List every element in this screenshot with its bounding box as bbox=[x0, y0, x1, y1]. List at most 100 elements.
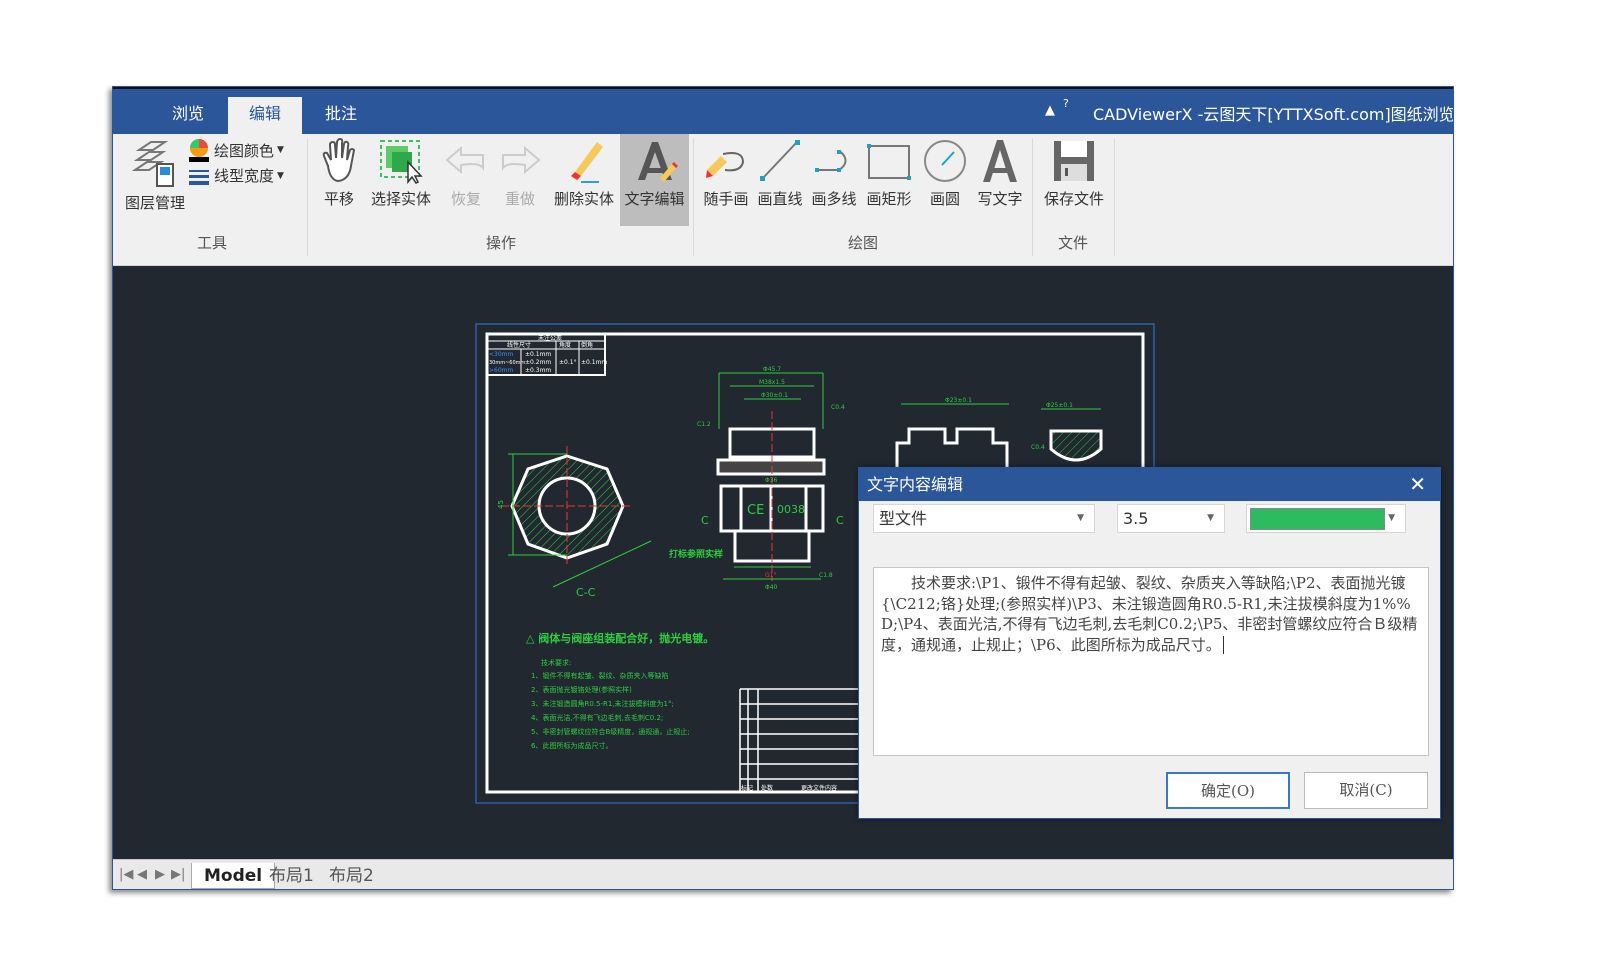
dim-d7: C0.4 bbox=[831, 404, 845, 411]
close-icon[interactable]: ✕ bbox=[1409, 468, 1426, 501]
cancel-button[interactable]: 取消(C) bbox=[1304, 772, 1428, 809]
tab-edit[interactable]: 编辑 bbox=[228, 97, 302, 136]
group-label-operations: 操作 bbox=[461, 232, 541, 253]
dim-d6: G1" bbox=[765, 572, 776, 579]
ribbon-tab-bar: 浏览 编辑 批注 ▲ ? CADViewerX -云图天下[YTTXSoft.c… bbox=[113, 87, 1453, 134]
redo-arrow-icon bbox=[497, 138, 543, 184]
text-size-select[interactable]: 3.5 ▼ bbox=[1117, 504, 1225, 533]
tol-title: 未注公差 bbox=[538, 334, 562, 342]
layer-manager-button[interactable]: 图层管理 bbox=[117, 134, 193, 226]
draw-color-label: 绘图颜色 bbox=[214, 140, 274, 161]
draw-circle-button[interactable]: 画圆 bbox=[919, 134, 971, 226]
draw-rectangle-button[interactable]: 画矩形 bbox=[861, 134, 917, 226]
ok-button[interactable]: 确定(O) bbox=[1166, 772, 1290, 809]
save-file-label: 保存文件 bbox=[1037, 188, 1111, 209]
pan-label: 平移 bbox=[311, 188, 367, 209]
line-icon bbox=[757, 138, 803, 184]
line-width-icon bbox=[187, 166, 211, 186]
select-entity-label: 选择实体 bbox=[367, 188, 435, 209]
text-content-textarea[interactable]: 技术要求:\P1、锻件不得有起皱、裂纹、杂质夹入等缺陷;\P2、表面抛光镀{\C… bbox=[873, 567, 1429, 756]
text-edit-button[interactable]: 文字编辑 bbox=[620, 134, 689, 226]
tech-requirements: 技术要求: 1、锻件不得有起皱、裂纹、杂质夹入等缺陷 2、表面抛光镀铬处理(参照… bbox=[531, 658, 690, 750]
tech-line: 技术要求: bbox=[541, 658, 571, 667]
dim-d3: Φ30±0.1 bbox=[761, 392, 788, 399]
group-label-drawing: 绘图 bbox=[823, 232, 903, 253]
section-c-right: C bbox=[836, 514, 844, 527]
line-width-label: 线型宽度 bbox=[214, 165, 274, 186]
tech-line: 2、表面抛光镀铬处理(参照实样) bbox=[531, 685, 632, 694]
line-width-dropdown[interactable]: 线型宽度▼ bbox=[187, 165, 284, 186]
chevron-down-icon: ▼ bbox=[1077, 505, 1084, 532]
tab-annotate[interactable]: 批注 bbox=[304, 97, 378, 136]
tol-h1: 线性尺寸 bbox=[507, 341, 531, 349]
tol-r1b: ±0.1mm bbox=[525, 351, 551, 358]
help-icon[interactable]: ? bbox=[1063, 97, 1069, 110]
part-dimensions: Φ45.7 M38x1.5 Φ30±0.1 C0.4 C1.2 Φ36 G1" … bbox=[669, 366, 845, 591]
font-select[interactable]: 型文件▼ bbox=[873, 504, 1095, 533]
text-content-value: 技术要求:\P1、锻件不得有起皱、裂纹、杂质夹入等缺陷;\P2、表面抛光镀{\C… bbox=[881, 574, 1417, 654]
select-entity-button[interactable]: 选择实体 bbox=[367, 134, 435, 226]
dim-d2: M38x1.5 bbox=[759, 379, 785, 386]
freehand-pencil-icon bbox=[703, 138, 749, 184]
assembly-note: △ 阀体与阀座组装配合好，抛光电镀。 bbox=[526, 631, 714, 645]
dialog-title: 文字内容编辑 bbox=[859, 468, 1440, 501]
freehand-button[interactable]: 随手画 bbox=[699, 134, 753, 226]
tb-c3: 更改文件内容 bbox=[801, 784, 837, 792]
draw-rectangle-label: 画矩形 bbox=[861, 188, 917, 209]
tol-h3: 倒角 bbox=[581, 341, 593, 349]
tol-r1a: <30mm bbox=[489, 351, 514, 358]
tb-c2: 处数 bbox=[761, 784, 773, 792]
save-file-button[interactable]: 保存文件 bbox=[1037, 134, 1111, 226]
tech-line: 5、非密封管螺纹应符合B级精度，通规通，止规止; bbox=[531, 727, 690, 736]
window-title: CADViewerX -云图天下[YTTXSoft.com]图纸浏览 bbox=[1093, 101, 1454, 125]
dim-d1: Φ45.7 bbox=[763, 366, 781, 373]
tol-r2b: ±0.2mm bbox=[525, 359, 551, 366]
text-edit-dialog: 文字内容编辑 ✕ 型文件▼ 3.5 ▼ ▼ 技术要求:\P1、锻件不得有起皱、裂纹… bbox=[858, 467, 1441, 819]
group-separator bbox=[1114, 138, 1115, 256]
tab-browse[interactable]: 浏览 bbox=[151, 97, 225, 136]
delete-entity-button[interactable]: 删除实体 bbox=[549, 134, 619, 226]
marking-note: 打标参照实样 bbox=[669, 548, 723, 560]
tolerance-table: 未注公差 线性尺寸 角度 倒角 <30mm±0.1mm 30mm~60mm±0.… bbox=[487, 334, 607, 375]
redo-label: 重做 bbox=[493, 188, 547, 209]
floppy-disk-icon bbox=[1051, 138, 1097, 184]
pan-button[interactable]: 平移 bbox=[311, 134, 367, 226]
undo-button[interactable]: 恢复 bbox=[439, 134, 493, 226]
dropdown-arrow-icon: ▼ bbox=[277, 145, 284, 155]
chevron-down-icon: ▼ bbox=[1207, 505, 1214, 532]
draw-line-label: 画直线 bbox=[753, 188, 807, 209]
hand-icon bbox=[316, 138, 362, 184]
rectangle-icon bbox=[865, 138, 913, 184]
section-c-left: C bbox=[701, 514, 709, 527]
last-sheet-icon[interactable]: ▶| bbox=[171, 867, 185, 882]
undo-label: 恢复 bbox=[439, 188, 493, 209]
dim-d12: Φ25±0.1 bbox=[1046, 402, 1073, 409]
draw-line-button[interactable]: 画直线 bbox=[753, 134, 807, 226]
tol-h2: 角度 bbox=[559, 341, 571, 349]
dropdown-arrow-icon: ▼ bbox=[277, 171, 284, 181]
dim-d11: Φ23±0.1 bbox=[945, 397, 972, 404]
sheet-tab-bar: |◀ ◀ ▶ ▶| Model 布局1 布局2 bbox=[113, 859, 1453, 890]
circle-icon bbox=[922, 138, 968, 184]
tech-line: 1、锻件不得有起皱、裂纹、杂质夹入等缺陷 bbox=[531, 671, 668, 680]
draw-polyline-button[interactable]: 画多线 bbox=[807, 134, 861, 226]
text-color-select[interactable]: ▼ bbox=[1246, 504, 1406, 533]
draw-polyline-label: 画多线 bbox=[807, 188, 861, 209]
sheet-tab-layout2[interactable]: 布局2 bbox=[317, 863, 386, 889]
next-sheet-icon[interactable]: ▶ bbox=[155, 867, 165, 882]
section-view-cc: 45 C-C bbox=[497, 446, 651, 599]
prev-sheet-icon[interactable]: ◀ bbox=[137, 867, 147, 882]
draw-color-dropdown[interactable]: 绘图颜色▼ bbox=[187, 138, 284, 162]
tech-line: 6、此图所标为成品尺寸。 bbox=[531, 741, 612, 750]
redo-button[interactable]: 重做 bbox=[493, 134, 547, 226]
freehand-label: 随手画 bbox=[699, 188, 753, 209]
chevron-up-icon[interactable]: ▲ bbox=[1045, 103, 1055, 118]
ribbon: 图层管理 绘图颜色▼ 线型宽度▼ 工具 平移 选择实体 恢复 重做 删除实体 文… bbox=[113, 134, 1453, 266]
delete-entity-label: 删除实体 bbox=[549, 188, 619, 209]
write-text-button[interactable]: 写文字 bbox=[973, 134, 1027, 226]
layers-icon bbox=[131, 138, 179, 188]
text-a-icon bbox=[977, 138, 1023, 184]
text-size-value: 3.5 bbox=[1123, 509, 1148, 528]
sheet-tab-layout1[interactable]: 布局1 bbox=[257, 863, 326, 889]
first-sheet-icon[interactable]: |◀ bbox=[119, 867, 133, 882]
